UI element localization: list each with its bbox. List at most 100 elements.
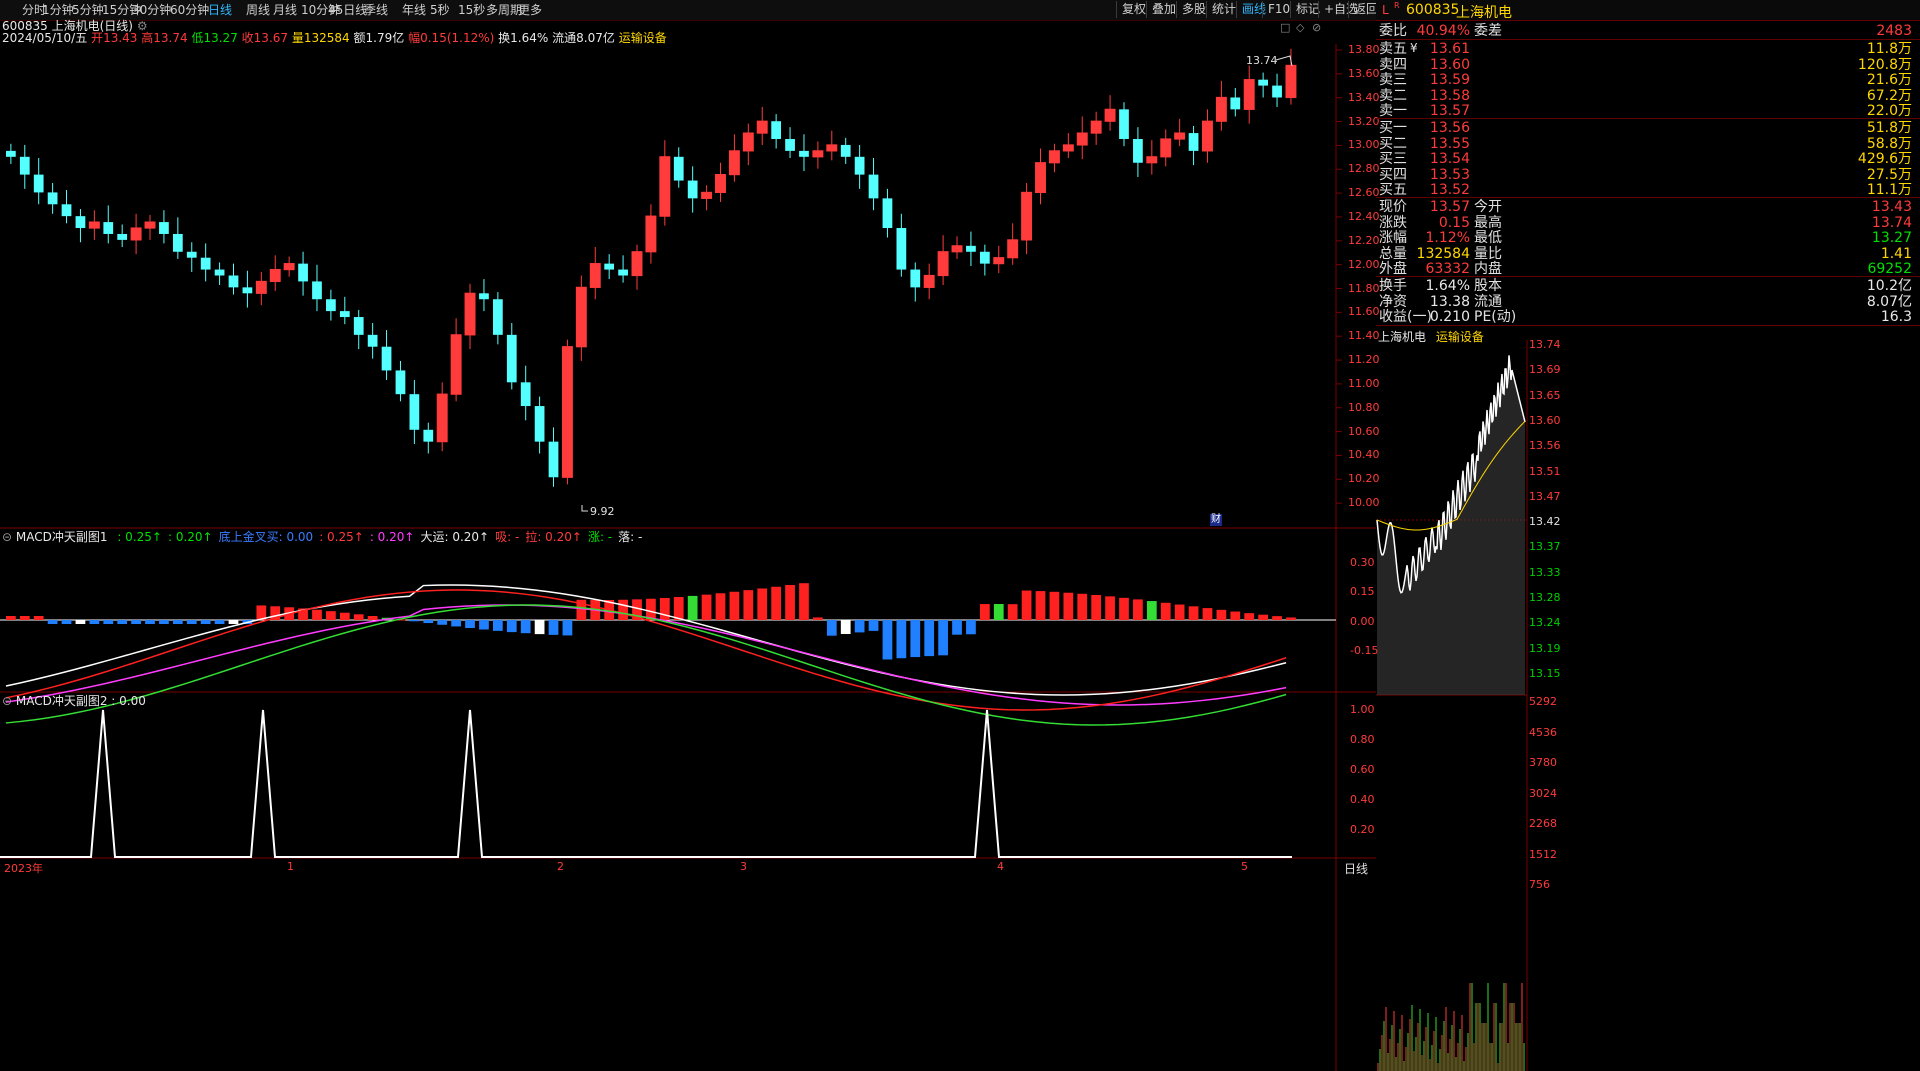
price-tick: 12.80: [1348, 162, 1380, 176]
window-control-icon-0[interactable]: □: [1280, 21, 1290, 34]
macd1-bar: [757, 588, 768, 620]
candle-body: [242, 287, 253, 294]
candle-body-fill: [1091, 121, 1102, 134]
macd1-bar: [479, 620, 489, 630]
macd1-value: : 0.25↑: [117, 530, 162, 544]
intraday-chart[interactable]: [1376, 340, 1920, 1071]
macd1-bar: [729, 591, 740, 620]
date-tick: 3: [740, 860, 747, 873]
window-control-icon-2[interactable]: ⊘: [1312, 21, 1321, 34]
weibi-value: 40.94%: [1416, 23, 1470, 39]
intraday-volume-tick: 4536: [1529, 725, 1557, 739]
macd1-bar: [785, 584, 795, 620]
candle-body: [966, 245, 976, 252]
macd1-bar: [938, 620, 948, 656]
candle-body: [75, 216, 86, 229]
bottom-period-label[interactable]: 日线: [1344, 860, 1368, 877]
candle-body-fill: [1244, 79, 1255, 110]
macd1-bar: [1188, 606, 1199, 620]
candle-body-fill: [1077, 133, 1088, 145]
price-tick: 10.80: [1348, 400, 1380, 414]
weicha-label: 委差: [1474, 23, 1502, 39]
price-tick: 13.80: [1348, 43, 1380, 56]
macd1-bar: [1077, 593, 1088, 620]
macd1-bar: [771, 586, 782, 620]
macd1-bar: [910, 620, 921, 658]
candle-body: [479, 293, 489, 300]
candle-body: [228, 275, 239, 288]
macd1-value: : 0.25↑: [319, 530, 364, 544]
macd1-bar: [673, 597, 684, 620]
macd1-bar: [1272, 616, 1282, 620]
weibi-row: 委比 40.94% 委差 2483: [1376, 22, 1920, 40]
macd1-settings-icon[interactable]: ⊝: [2, 530, 12, 544]
intraday-price-tick: 13.15: [1529, 666, 1561, 680]
macd1-bar: [687, 595, 698, 620]
macd1-value: : 0.20↑: [167, 530, 213, 544]
low-annotation-leader: [581, 505, 588, 512]
macd1-bar: [326, 611, 336, 620]
candle-body: [854, 156, 865, 175]
price-tick: 13.60: [1348, 66, 1380, 80]
macd1-bar: [367, 615, 378, 620]
candle-body: [506, 334, 517, 383]
macd1-bar: [1105, 596, 1115, 620]
macd1-bar: [465, 620, 475, 629]
intraday-volume-tick: 1512: [1529, 847, 1557, 861]
intraday-price-tick: 13.24: [1529, 616, 1561, 630]
candle-body-fill: [938, 251, 948, 276]
candle-body: [868, 174, 879, 199]
candle-body-fill: [1105, 109, 1115, 122]
badge-r: R: [1394, 1, 1400, 10]
macd2-tick: 1.00: [1350, 703, 1375, 716]
date-tick: 5: [1241, 860, 1248, 873]
macd1-bar: [75, 620, 86, 624]
macd1-bar: [451, 620, 461, 627]
macd1-bar: [1091, 594, 1102, 620]
candle-body: [298, 263, 308, 282]
candle-body-fill: [270, 269, 281, 282]
candle-body: [534, 406, 545, 442]
macd1-bar: [423, 620, 434, 624]
ask-marker-icon: ¥: [1410, 41, 1418, 55]
macd1-bar: [186, 620, 197, 624]
weibi-label: 委比: [1379, 23, 1407, 39]
candle-body-fill: [1021, 192, 1032, 240]
macd1-value: 拉: 0.20↑: [525, 530, 582, 544]
high-annotation-value: 13.74: [1246, 54, 1278, 67]
window-control-icon-1[interactable]: ◇: [1296, 21, 1304, 34]
candle-body-fill: [924, 275, 935, 288]
macd2-tick: 0.40: [1350, 793, 1375, 806]
price-tick: 10.40: [1348, 448, 1380, 462]
candle-body-fill: [145, 222, 155, 229]
macd1-tick: 0.15: [1350, 585, 1375, 598]
stat2-row[interactable]: 收益(一) 0.210 PE(动) 16.3: [1376, 308, 1920, 326]
quote-name: 上海机电: [1456, 5, 1512, 21]
candle-body: [673, 156, 684, 181]
quote-panel: L R 600835 上海机电 委比 40.94% 委差 2483 卖五 13.6…: [1376, 0, 1920, 1071]
macd1-bar: [312, 609, 322, 620]
quote-header: L R 600835 上海机电: [1376, 0, 1920, 21]
finance-badge[interactable]: 财: [1210, 514, 1222, 526]
candle-body: [548, 441, 559, 478]
macd1-bar: [33, 616, 44, 620]
date-tick: 2023年: [4, 862, 43, 875]
candle-body-fill: [89, 222, 100, 229]
macd1-tick: 0.30: [1350, 556, 1375, 569]
candle-body-fill: [284, 263, 295, 270]
macd1-bar: [339, 612, 350, 620]
candle-body: [47, 192, 58, 205]
price-tick: 11.40: [1348, 329, 1380, 343]
macd1-trend-line: [5, 604, 1287, 726]
low-annotation-value: 9.92: [590, 505, 615, 518]
macd2-settings-icon[interactable]: ⊝: [2, 694, 12, 708]
macd1-bar: [437, 620, 448, 625]
candle-body: [618, 269, 628, 276]
price-tick: 10.60: [1348, 424, 1380, 438]
candle-body: [409, 394, 420, 430]
high-annotation-leader: [1275, 55, 1293, 67]
price-tick: 12.60: [1348, 186, 1380, 200]
candle-body-fill: [562, 346, 573, 478]
macd1-bar: [966, 620, 976, 635]
macd1-value: 涨: -: [587, 530, 613, 544]
